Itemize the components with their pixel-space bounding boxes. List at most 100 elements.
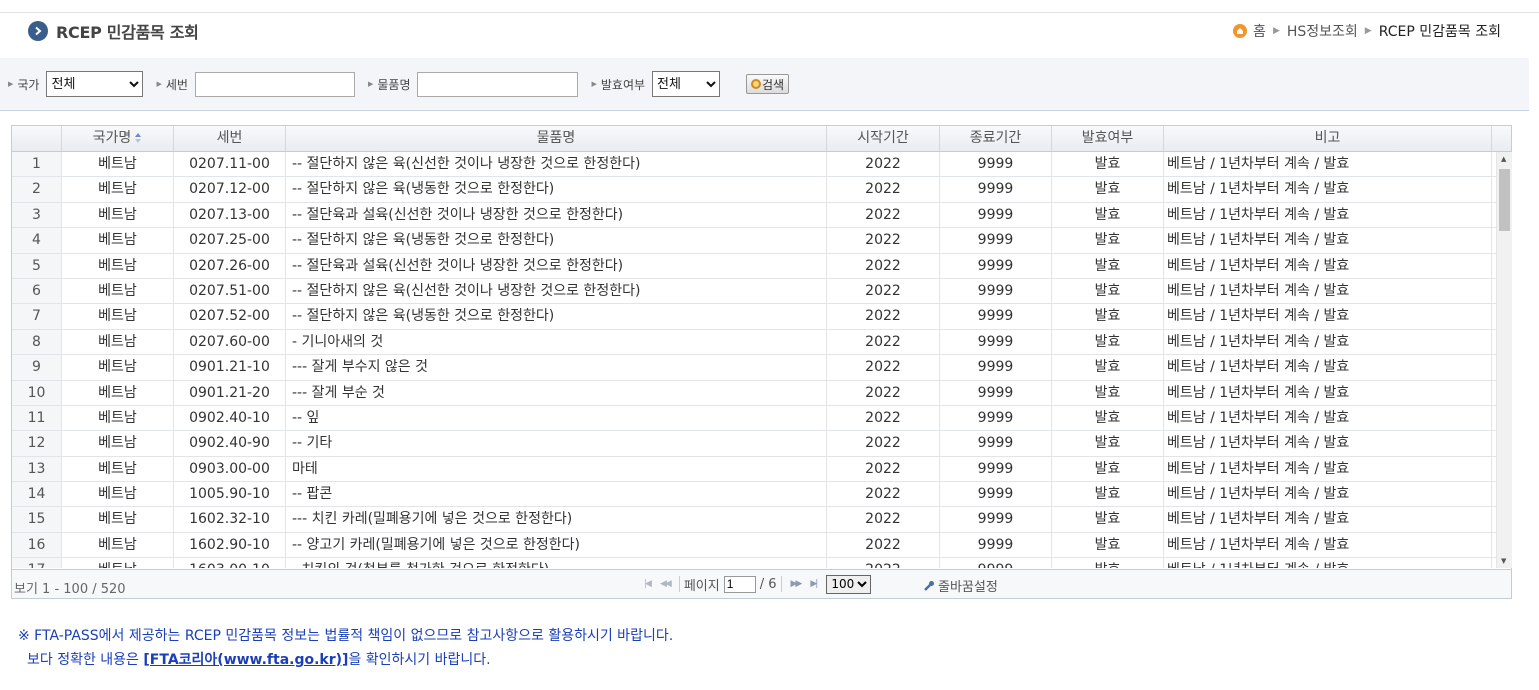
row-number: 7 xyxy=(12,304,62,329)
effect-status-cell: 발효 xyxy=(1052,431,1164,456)
table-row[interactable]: 17베트남1603.00-10- 치킨의 것(첨부를 첨가한 것으로 한정한다)… xyxy=(12,558,1496,568)
country-cell: 베트남 xyxy=(62,177,174,202)
hs-label: ▶ 세번 xyxy=(156,77,188,92)
remarks-cell: 베트남 / 1년차부터 계속 / 발효 xyxy=(1164,482,1492,507)
hs-code-cell: 0207.51-00 xyxy=(174,278,286,304)
country-cell: 베트남 xyxy=(62,380,174,405)
page-input[interactable] xyxy=(723,575,756,593)
start-period-cell: 2022 xyxy=(827,456,940,482)
header-start-period[interactable]: 시작기간 xyxy=(827,126,940,151)
notice-line-2: 보다 정확한 내용은 [FTA코리아(www.fta.go.kr)]을 확인하시… xyxy=(18,648,673,672)
hs-code-cell: 0207.60-00 xyxy=(174,329,286,355)
effect-status-cell: 발효 xyxy=(1052,507,1164,532)
country-cell: 베트남 xyxy=(62,304,174,329)
item-name-cell: --- 잘게 부수지 않은 것 xyxy=(286,355,827,380)
row-number: 5 xyxy=(12,253,62,278)
header-end-period[interactable]: 종료기간 xyxy=(940,126,1052,151)
search-button[interactable]: 검색 xyxy=(746,74,790,94)
remarks-cell: 베트남 / 1년차부터 계속 / 발효 xyxy=(1164,177,1492,202)
row-number: 10 xyxy=(12,380,62,405)
breadcrumb-separator-icon: ▶ xyxy=(1364,26,1372,36)
header-rownum xyxy=(12,126,62,151)
vertical-scrollbar[interactable]: ▲ ▼ xyxy=(1496,152,1512,568)
remarks-cell: 베트남 / 1년차부터 계속 / 발효 xyxy=(1164,253,1492,278)
table-row[interactable]: 16 베트남 1602.90-10 -- 양고기 카레(밀폐용기에 넣은 것으로 한정… xyxy=(12,532,1496,559)
header-item-name[interactable]: 물품명 xyxy=(286,126,827,151)
start-period-cell: 2022 xyxy=(827,405,940,431)
start-period-cell: 2022 xyxy=(827,202,940,228)
last-page-icon[interactable]: ▶| xyxy=(810,579,818,589)
scroll-down-icon[interactable]: ▼ xyxy=(1501,557,1506,565)
country-cell: 베트남 xyxy=(62,405,174,431)
header-effect-status[interactable]: 발효여부 xyxy=(1052,126,1164,151)
table-row[interactable]: 10 베트남 0901.21-20 --- 잘게 부순 것 2022 9999 발효 베트남 … xyxy=(12,380,1496,406)
table-row[interactable]: 15 베트남 1602.32-10 --- 치킨 카레(밀폐용기에 넣은 것으로 한정… xyxy=(12,507,1496,533)
start-period-cell: 2022 xyxy=(827,253,940,278)
table-row[interactable]: 13 베트남 0903.00-00 마테 2022 9999 발효 베트남 / 1년차부터 계… xyxy=(12,456,1496,483)
table-row[interactable]: 2 베트남 0207.12-00 -- 절단하지 않은 육(냉동한 것으로 한정한다)… xyxy=(12,177,1496,203)
item-name-cell: -- 절단하지 않은 육(신선한 것이나 냉장한 것으로 한정한다) xyxy=(286,152,827,177)
country-cell: 베트남 xyxy=(62,278,174,304)
country-select[interactable]: 전체 xyxy=(46,71,144,97)
table-row[interactable]: 9 베트남 0901.21-10 --- 잘게 부수지 않은 것 2022 9999 발효 베… xyxy=(12,355,1496,381)
breadcrumb-hs-info[interactable]: HS정보조회 xyxy=(1287,21,1358,41)
start-period-cell: 2022 xyxy=(827,482,940,507)
effect-status-cell: 발효 xyxy=(1052,152,1164,177)
search-icon xyxy=(751,79,761,89)
item-name-cell: -- 절단하지 않은 육(신선한 것이나 냉장한 것으로 한정한다) xyxy=(286,278,827,304)
header-country[interactable]: 국가명 xyxy=(62,126,174,151)
scroll-up-icon[interactable]: ▲ xyxy=(1501,155,1506,163)
effect-label: ▶ 발효여부 xyxy=(591,77,646,92)
table-row[interactable]: 1 베트남 0207.11-00 -- 절단하지 않은 육(신선한 것이나 냉장한 것… xyxy=(12,152,1496,178)
prev-page-icon[interactable]: ◀◀ xyxy=(660,579,672,589)
end-period-cell: 9999 xyxy=(940,355,1052,380)
effect-status-cell: 발효 xyxy=(1052,558,1164,568)
effect-select[interactable]: 전체 xyxy=(652,71,721,97)
table-row[interactable]: 6 베트남 0207.51-00 -- 절단하지 않은 육(신선한 것이나 냉장한 것… xyxy=(12,278,1496,305)
first-page-icon[interactable]: |◀ xyxy=(644,579,652,589)
scroll-thumb[interactable] xyxy=(1499,169,1510,231)
end-period-cell: 9999 xyxy=(940,329,1052,355)
start-period-cell: 2022 xyxy=(827,329,940,355)
item-name-input[interactable] xyxy=(417,71,579,97)
table-row[interactable]: 14 베트남 1005.90-10 -- 팝콘 2022 9999 발효 베트남 / 1년차부… xyxy=(12,482,1496,508)
item-name-cell: -- 팝콘 xyxy=(286,482,827,507)
notice-prefix: 보다 정확한 내용은 xyxy=(27,652,144,668)
table-row[interactable]: 5 베트남 0207.26-00 -- 절단육과 설육(신선한 것이나 냉장한 것으로… xyxy=(12,253,1496,279)
item-name-cell: -- 절단하지 않은 육(냉동한 것으로 한정한다) xyxy=(286,304,827,329)
search-bar: ▶ 국가 전체 ▶ 세번 ▶ 물품명 ▶ 발효여부 전체 검색 xyxy=(0,58,1529,111)
country-cell: 베트남 xyxy=(62,456,174,482)
page-size-select[interactable]: 100 xyxy=(826,574,872,594)
effect-status-cell: 발효 xyxy=(1052,380,1164,405)
wrap-setting-label: 줄바꿈설정 xyxy=(938,580,998,595)
header-remarks[interactable]: 비고 xyxy=(1164,126,1492,151)
end-period-cell: 9999 xyxy=(940,202,1052,228)
table-row[interactable]: 3 베트남 0207.13-00 -- 절단육과 설육(신선한 것이나 냉장한 것으로… xyxy=(12,202,1496,229)
home-icon[interactable] xyxy=(1233,24,1248,38)
item-name-cell: -- 절단육과 설육(신선한 것이나 냉장한 것으로 한정한다) xyxy=(286,202,827,228)
notice-line-1: ※ FTA-PASS에서 제공하는 RCEP 민감품목 정보는 법률적 책임이 … xyxy=(18,628,674,644)
table-row[interactable]: 4 베트남 0207.25-00 -- 절단하지 않은 육(냉동한 것으로 한정한다)… xyxy=(12,228,1496,254)
breadcrumb-home[interactable]: 홈 xyxy=(1253,21,1266,41)
next-page-icon[interactable]: ▶▶ xyxy=(791,579,803,589)
total-pages: / 6 xyxy=(759,576,777,592)
table-row[interactable]: 12 베트남 0902.40-90 -- 기타 2022 9999 발효 베트남 / 1년차부… xyxy=(12,431,1496,457)
wrap-setting-button[interactable]: 줄바꿈설정 xyxy=(923,576,998,595)
effect-status-cell: 발효 xyxy=(1052,456,1164,482)
header-hs-code[interactable]: 세번 xyxy=(174,126,286,151)
breadcrumb: 홈 ▶ HS정보조회 ▶ RCEP 민감품목 조회 xyxy=(1233,20,1501,42)
end-period-cell: 9999 xyxy=(940,532,1052,558)
effect-status-cell: 발효 xyxy=(1052,253,1164,278)
table-row[interactable]: 11 베트남 0902.40-10 -- 잎 2022 9999 발효 베트남 / 1년차부터… xyxy=(12,405,1496,432)
table-row[interactable]: 7 베트남 0207.52-00 -- 절단하지 않은 육(냉동한 것으로 한정한다)… xyxy=(12,304,1496,330)
table-row[interactable]: 8 베트남 0207.60-00- 기니아새의 것 2022 9999 발효 베트남 / 1… xyxy=(12,329,1496,356)
hs-code-cell: 0207.25-00 xyxy=(174,228,286,253)
fta-korea-link[interactable]: [FTA코리아(www.fta.go.kr)] xyxy=(143,652,348,668)
effect-status-cell: 발효 xyxy=(1052,278,1164,304)
hs-code-input[interactable] xyxy=(194,71,355,97)
hs-code-cell: 0207.12-00 xyxy=(174,177,286,202)
row-number: 4 xyxy=(12,228,62,253)
item-name-cell: -- 잎 xyxy=(286,405,827,431)
row-number: 11 xyxy=(12,405,62,431)
country-cell: 베트남 xyxy=(62,329,174,355)
